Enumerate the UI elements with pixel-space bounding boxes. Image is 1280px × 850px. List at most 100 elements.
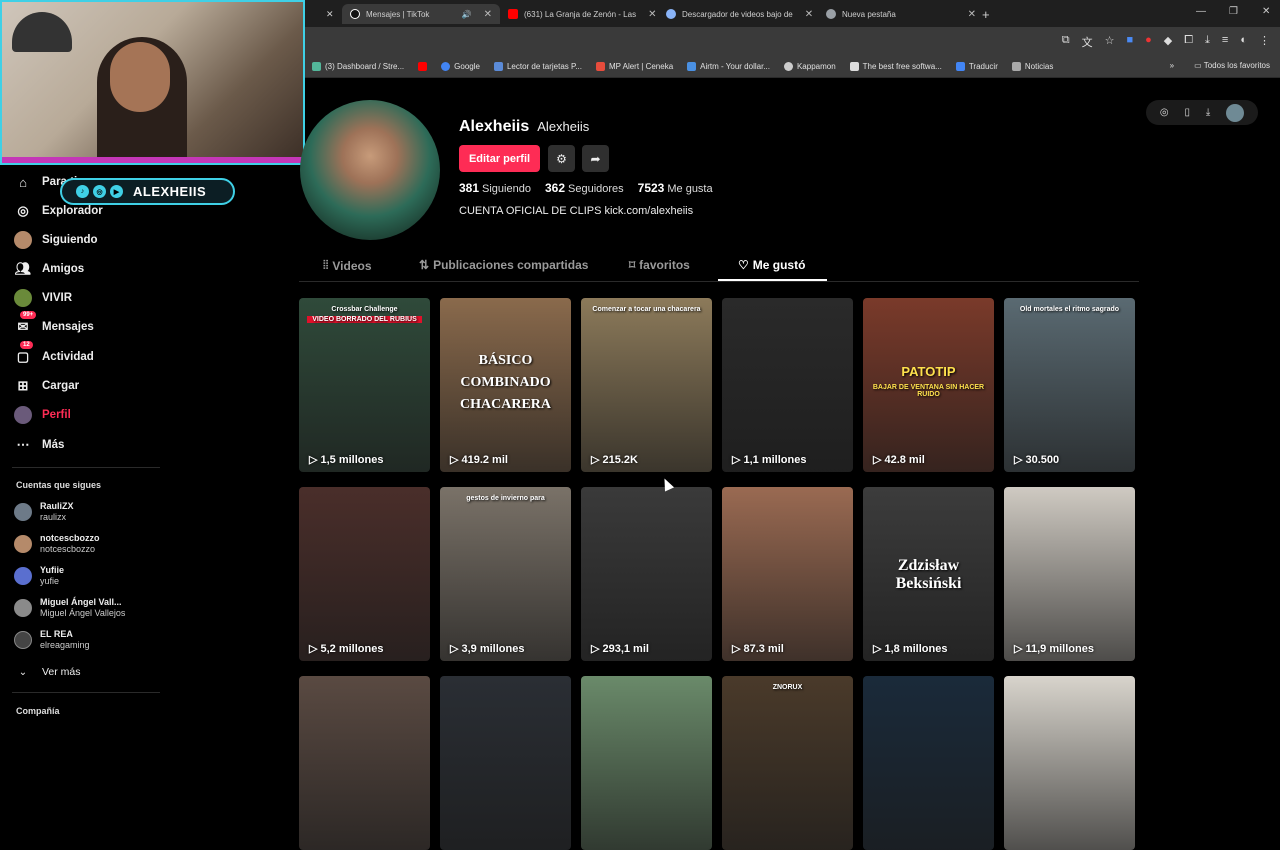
bookmark[interactable]: Lector de tarjetas P... (493, 62, 582, 71)
video-thumbnail[interactable]: BÁSICO COMBINADO CHACARERA ▷ 419.2 mil (440, 298, 571, 472)
video-thumbnail[interactable] (440, 676, 571, 850)
video-thumbnail[interactable]: ▷ 87.3 mil (722, 487, 853, 661)
bookmark[interactable]: (3) Dashboard / Stre... (312, 62, 404, 71)
close-icon[interactable]: ✕ (648, 9, 656, 20)
extension-icon[interactable]: ● (1145, 34, 1152, 50)
see-more-button[interactable]: ⌄ Ver más (14, 663, 81, 681)
download-icon[interactable]: ⤓ (1206, 107, 1210, 118)
video-thumbnail[interactable] (299, 676, 430, 850)
tab-title: Mensajes | TikTok (366, 9, 430, 19)
bookmark-youtube[interactable] (418, 62, 428, 71)
bookmark[interactable]: Noticias (1011, 62, 1053, 71)
video-thumbnail[interactable]: ▷ 11,9 millones (1004, 487, 1135, 661)
chrome-icon (826, 9, 836, 19)
following-account[interactable]: RauliZX raulizx (14, 501, 74, 523)
settings-button[interactable]: ⚙ (548, 145, 575, 172)
footer-link[interactable]: Compañía (16, 706, 60, 716)
close-icon[interactable]: ✕ (968, 9, 976, 20)
restore-icon[interactable]: ❐ (1229, 6, 1238, 17)
tab-new[interactable]: Nueva pestaña ✕ (826, 4, 976, 24)
tab-title: Descargador de videos bajo de (682, 9, 793, 19)
view-count: ▷ 3,9 millones (450, 642, 525, 656)
following-account[interactable]: Yufiie yufie (14, 565, 64, 587)
video-thumbnail[interactable]: Comenzar a tocar una chacarera ▷ 215.2K (581, 298, 712, 472)
sidebar-item-mas[interactable]: ⋯ Más (14, 436, 65, 454)
following-account[interactable]: notcescbozzo notcescbozzo (14, 533, 100, 555)
bookmark[interactable]: Google (441, 62, 480, 71)
video-thumbnail[interactable]: Old mortales el ritmo sagrado ▷ 30.500 (1004, 298, 1135, 472)
bookmark[interactable]: MP Alert | Ceneka (595, 62, 673, 71)
cast-icon[interactable]: ⧉ (1062, 34, 1070, 50)
tab-videos[interactable]: ⦙⦙ Videos (323, 258, 372, 273)
window-close-icon[interactable]: ✕ (1262, 6, 1270, 17)
video-thumbnail[interactable]: ZNORUX (722, 676, 853, 850)
video-thumbnail[interactable] (863, 676, 994, 850)
kebab-menu-icon[interactable]: ⋮ (1259, 34, 1270, 50)
video-thumbnail[interactable] (581, 676, 712, 850)
view-count: ▷ 1,1 millones (732, 453, 807, 467)
tab-youtube[interactable]: (631) La Granja de Zenón - Las ✕ (508, 4, 658, 24)
sidebar-item-vivir[interactable]: VIVIR (14, 289, 72, 307)
following-account[interactable]: EL REA elreagaming (14, 629, 90, 651)
download-icon[interactable]: ⤓ (1205, 34, 1210, 50)
profile-tabs: ⦙⦙ Videos ⇅ Publicaciones compartidas ⌑ fav… (299, 252, 1139, 282)
media-icon[interactable]: ≡ (1222, 34, 1228, 50)
tab-title: (631) La Granja de Zenón - Las (524, 9, 637, 19)
video-thumbnail[interactable]: Crossbar Challenge VIDEO BORRADO DEL RUBI… (299, 298, 430, 472)
user-avatar[interactable] (1226, 103, 1245, 122)
tab-favorites[interactable]: ⌑ favoritos (629, 258, 690, 272)
tab-tiktok[interactable]: Mensajes | TikTok 🔊 ✕ (342, 4, 500, 24)
profile-avatar[interactable] (300, 100, 440, 240)
profile-name: Alexheiis Alexheiis (459, 118, 589, 136)
close-icon[interactable]: ✕ (484, 9, 492, 20)
share-button[interactable]: ➦ (582, 145, 609, 172)
video-caption: BAJAR DE VENTANA SIN HACER RUIDO (872, 384, 985, 398)
chevron-right-icon[interactable]: » (1170, 61, 1174, 70)
new-tab-button[interactable]: + (982, 4, 990, 24)
video-thumbnail[interactable]: ▷ 1,1 millones (722, 298, 853, 472)
close-icon[interactable]: ✕ (326, 4, 334, 24)
extension-translate-icon[interactable]: ■ (1126, 34, 1133, 50)
close-icon[interactable]: ✕ (805, 9, 813, 20)
star-icon[interactable]: ☆ (1105, 34, 1115, 50)
followers-stat[interactable]: 362 Seguidores (545, 181, 624, 195)
profile-avatar[interactable]: ◐ (1240, 34, 1247, 50)
tab-downloader[interactable]: Descargador de videos bajo de ✕ (666, 4, 816, 24)
view-count: ▷ 419.2 mil (450, 453, 508, 467)
sidebar-item-mensajes[interactable]: ✉ 99+ Mensajes (14, 311, 94, 336)
video-thumbnail[interactable]: PATOTIP BAJAR DE VENTANA SIN HACER RUIDO ▷… (863, 298, 994, 472)
bookmark[interactable]: Airtm - Your dollar... (687, 62, 770, 71)
following-account[interactable]: Miguel Ángel Vall... Miguel Ángel Vallejo… (14, 597, 125, 619)
puzzle-icon[interactable]: ⧠ (1184, 34, 1193, 50)
sidebar-item-cargar[interactable]: ⊞ Cargar (14, 377, 80, 395)
sidebar-item-amigos[interactable]: 👥︎ Amigos (14, 260, 84, 278)
play-icon: ▷ (309, 643, 318, 655)
bookmark[interactable]: The best free softwa... (849, 62, 942, 71)
tab-shared-posts[interactable]: ⇅ Publicaciones compartidas (419, 258, 588, 272)
video-thumbnail[interactable] (1004, 676, 1135, 850)
streamer-name: ALEXHEIIS (133, 184, 207, 199)
extension-icon[interactable]: ◆ (1164, 34, 1172, 50)
sidebar-item-perfil[interactable]: Perfil (14, 406, 71, 424)
minimize-icon[interactable]: — (1196, 6, 1206, 17)
tab-liked[interactable]: ♡ Me gustó (738, 258, 805, 272)
video-caption: Old mortales el ritmo sagrado (1019, 306, 1120, 313)
following-stat[interactable]: 381 Siguiendo (459, 181, 531, 195)
all-bookmarks[interactable]: ▭ Todos los favoritos (1194, 61, 1270, 70)
gear-icon: ⚙ (556, 151, 567, 166)
translate-icon[interactable]: 文 (1082, 34, 1093, 50)
video-thumbnail[interactable]: gestos de invierno para ▷ 3,9 millones (440, 487, 571, 661)
edit-profile-button[interactable]: Editar perfil (459, 145, 540, 172)
bookmark[interactable]: Traducir (955, 62, 998, 71)
video-thumbnail[interactable]: ▷ 293,1 mil (581, 487, 712, 661)
sidebar-item-siguiendo[interactable]: Siguiendo (14, 231, 98, 249)
video-thumbnail[interactable]: Zdzisław Beksiński ▷ 1,8 millones (863, 487, 994, 661)
bookmark[interactable]: Kappamon (783, 62, 836, 71)
phone-icon[interactable]: ▯ (1184, 107, 1190, 118)
likes-stat: 7523 Me gusta (637, 181, 713, 195)
speaker-icon[interactable]: 🔊 (462, 10, 472, 19)
video-thumbnail[interactable]: ▷ 5,2 millones (299, 487, 430, 661)
sidebar-item-actividad[interactable]: ▢ 12 Actividad (14, 341, 94, 366)
coins-icon[interactable]: ◎ (1160, 107, 1169, 118)
view-count: ▷ 30.500 (1014, 453, 1060, 467)
